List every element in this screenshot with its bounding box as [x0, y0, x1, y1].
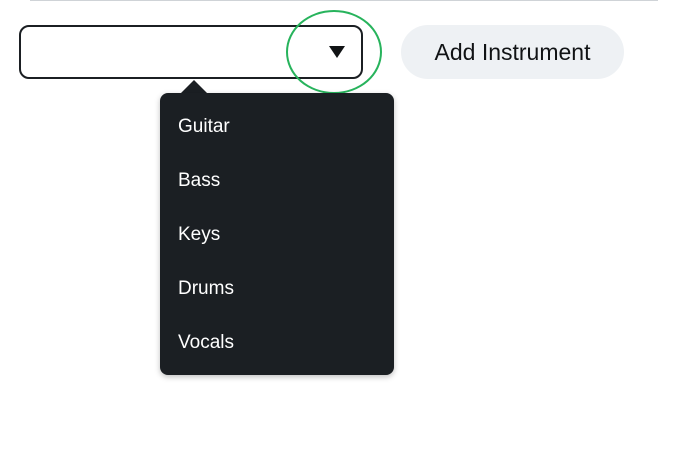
dropdown-pointer [180, 80, 208, 94]
dropdown-option-bass[interactable]: Bass [160, 154, 394, 208]
dropdown-option-drums[interactable]: Drums [160, 262, 394, 316]
dropdown-option-vocals[interactable]: Vocals [160, 316, 394, 370]
dropdown-option-guitar[interactable]: Guitar [160, 100, 394, 154]
top-divider [30, 0, 658, 1]
add-instrument-button[interactable]: Add Instrument [401, 25, 624, 79]
instrument-dropdown-menu: Guitar Bass Keys Drums Vocals [160, 93, 394, 375]
triangle-down-icon[interactable] [328, 45, 346, 59]
dropdown-option-keys[interactable]: Keys [160, 208, 394, 262]
instrument-select[interactable] [19, 25, 363, 79]
page: Add Instrument Guitar Bass Keys Drums Vo… [0, 0, 675, 450]
